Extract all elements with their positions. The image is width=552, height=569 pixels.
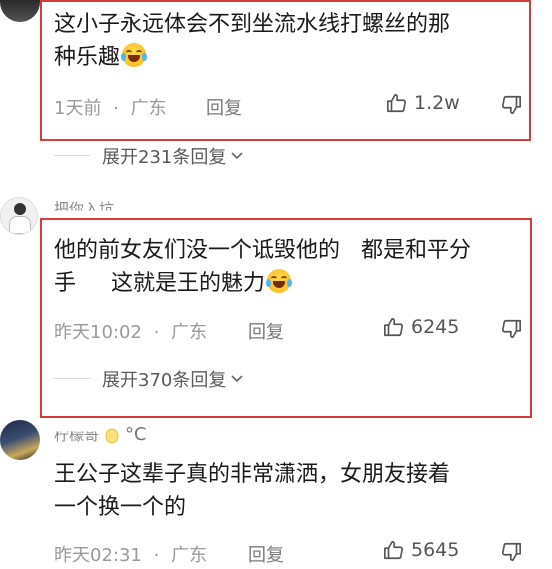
thumbs-up-icon <box>387 93 407 113</box>
avatar[interactable] <box>0 420 40 460</box>
like-count: 1.2w <box>414 92 460 114</box>
comment-line: 一个换一个的 <box>54 495 187 520</box>
like-count: 5645 <box>411 539 460 561</box>
comment-text: 这小子永远体会不到坐流水线打螺丝的那 种乐趣 <box>54 8 450 74</box>
comment-location: 广东 <box>171 545 208 566</box>
thumbs-down-icon[interactable] <box>500 94 522 116</box>
comment-time: 1天前 <box>54 98 102 119</box>
thumbs-up-icon <box>384 540 404 560</box>
expand-replies-button[interactable]: 展开231条回复 <box>102 143 244 169</box>
meta-separator: · <box>153 545 160 566</box>
comment-text: 王公子这辈子真的非常潇洒，女朋友接着 一个换一个的 <box>54 458 450 524</box>
comment-time: 昨天10:02 <box>54 322 142 343</box>
reply-button[interactable]: 回复 <box>248 541 284 567</box>
like-button[interactable]: 6245 <box>383 316 459 338</box>
comment-line: 他的前女友们没一个诋毁他的 都是和平分 <box>54 238 471 263</box>
comment-line: 这小子永远体会不到坐流水线打螺丝的那 <box>54 12 451 37</box>
like-count: 6245 <box>411 316 460 338</box>
meta-separator: · <box>113 98 119 119</box>
expand-replies-label: 展开370条回复 <box>102 370 227 391</box>
comment-location: 广东 <box>171 322 208 343</box>
reply-button[interactable]: 回复 <box>248 318 284 344</box>
comment-time: 昨天02:31 <box>54 545 142 566</box>
chevron-down-icon <box>231 375 243 383</box>
meta-separator: · <box>153 322 160 343</box>
laughing-tears-emoji-icon <box>121 43 148 67</box>
avatar[interactable] <box>0 197 38 235</box>
thumbs-down-icon[interactable] <box>500 318 522 340</box>
comment-line: 种乐趣 <box>54 41 450 74</box>
username[interactable]: 把你入坑 <box>54 198 114 211</box>
thumbs-down-icon[interactable] <box>500 541 522 563</box>
like-button[interactable]: 1.2w <box>386 92 460 114</box>
laughing-tears-emoji-icon <box>265 269 292 293</box>
like-button[interactable]: 5645 <box>383 539 459 561</box>
comment-text: 他的前女友们没一个诋毁他的 都是和平分 手 这就是王的魅力 <box>54 234 471 300</box>
comment-location: 广东 <box>130 98 167 119</box>
reply-divider <box>54 378 90 379</box>
expand-replies-label: 展开231条回复 <box>102 147 227 168</box>
reply-divider <box>54 155 90 156</box>
comment-meta: 昨天02:31 · 广东 <box>54 541 207 567</box>
username[interactable]: 柠檬哥 °C <box>54 424 147 445</box>
lemon-icon <box>105 428 119 443</box>
comment-line: 手 这就是王的魅力 <box>54 267 471 300</box>
comment-line: 王公子这辈子真的非常潇洒，女朋友接着 <box>54 462 451 487</box>
reply-button[interactable]: 回复 <box>206 94 242 120</box>
chevron-down-icon <box>231 152 243 160</box>
comment-meta: 昨天10:02 · 广东 <box>54 318 207 344</box>
avatar[interactable] <box>0 0 40 22</box>
comment-meta: 1天前 · 广东 <box>54 94 167 120</box>
expand-replies-button[interactable]: 展开370条回复 <box>102 366 244 392</box>
thumbs-up-icon <box>384 317 404 337</box>
